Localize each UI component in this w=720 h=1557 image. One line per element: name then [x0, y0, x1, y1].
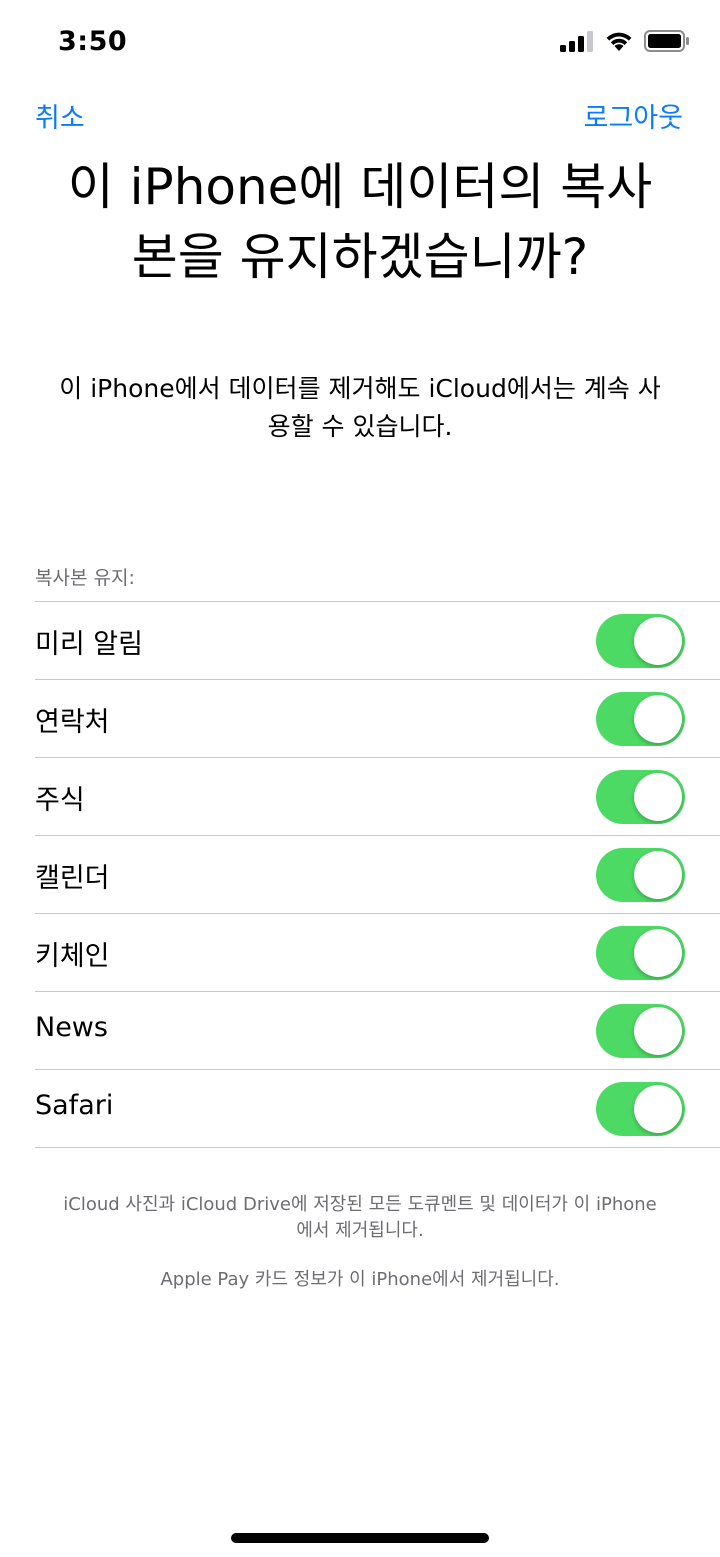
- icloud-data-note: iCloud 사진과 iCloud Drive에 저장된 모든 도큐멘트 및 데…: [30, 1192, 690, 1244]
- keychain-switch[interactable]: [596, 926, 685, 980]
- switch-knob: [634, 929, 682, 977]
- cellular-signal-icon: [560, 30, 594, 56]
- switch-knob: [634, 773, 682, 821]
- toggle-row-keychain: 키체인: [35, 914, 720, 992]
- calendar-switch[interactable]: [596, 848, 685, 902]
- toggle-label: News: [35, 1012, 108, 1043]
- status-bar: 3:50: [0, 0, 720, 88]
- battery-icon: [644, 30, 690, 56]
- nav-bar: 취소 로그아웃: [0, 90, 720, 140]
- toggle-label: 키체인: [35, 941, 110, 972]
- cancel-button[interactable]: 취소: [35, 96, 85, 135]
- status-icons: [560, 30, 690, 56]
- news-switch[interactable]: [596, 1004, 685, 1058]
- page-title-line-2: 본을 유지하겠습니까?: [131, 228, 589, 286]
- icloud-data-note-line-1: iCloud 사진과 iCloud Drive에 저장된 모든 도큐멘트 및 데…: [63, 1194, 657, 1215]
- switch-knob: [634, 1007, 682, 1055]
- switch-knob: [634, 617, 682, 665]
- switch-knob: [634, 695, 682, 743]
- switch-knob: [634, 1085, 682, 1133]
- wifi-icon: [604, 30, 634, 56]
- logout-button[interactable]: 로그아웃: [584, 96, 683, 135]
- page-title-line-1: 이 iPhone에 데이터의 복사: [67, 158, 653, 216]
- toggle-label: 주식: [35, 785, 85, 816]
- page-title: 이 iPhone에 데이터의 복사 본을 유지하겠습니까?: [20, 152, 700, 292]
- switch-knob: [634, 851, 682, 899]
- toggle-label: Safari: [35, 1090, 114, 1121]
- toggle-label: 미리 알림: [35, 629, 143, 660]
- contacts-switch[interactable]: [596, 692, 685, 746]
- toggle-list: 미리 알림 연락처 주식 캘린더 키체인 News Safari: [35, 601, 720, 1148]
- toggle-row-calendar: 캘린더: [35, 836, 720, 914]
- status-time: 3:50: [58, 26, 128, 57]
- home-indicator[interactable]: [231, 1533, 489, 1543]
- toggle-row-news: News: [35, 992, 720, 1070]
- reminders-switch[interactable]: [596, 614, 685, 668]
- page-subtitle-line-1: 이 iPhone에서 데이터를 제거해도 iCloud에서는 계속 사: [59, 374, 661, 403]
- toggle-row-stocks: 주식: [35, 758, 720, 836]
- page-subtitle-line-2: 용할 수 있습니다.: [267, 412, 453, 441]
- toggle-row-safari: Safari: [35, 1070, 720, 1148]
- toggle-label: 연락처: [35, 707, 110, 738]
- page-subtitle: 이 iPhone에서 데이터를 제거해도 iCloud에서는 계속 사 용할 수…: [25, 370, 695, 446]
- stocks-switch[interactable]: [596, 770, 685, 824]
- toggle-row-contacts: 연락처: [35, 680, 720, 758]
- apple-pay-note: Apple Pay 카드 정보가 이 iPhone에서 제거됩니다.: [160, 1269, 560, 1290]
- toggle-row-reminders: 미리 알림: [35, 602, 720, 680]
- section-header: 복사본 유지:: [35, 567, 135, 589]
- toggle-label: 캘린더: [35, 863, 110, 894]
- safari-switch[interactable]: [596, 1082, 685, 1136]
- icloud-data-note-line-2: 에서 제거됩니다.: [296, 1220, 424, 1241]
